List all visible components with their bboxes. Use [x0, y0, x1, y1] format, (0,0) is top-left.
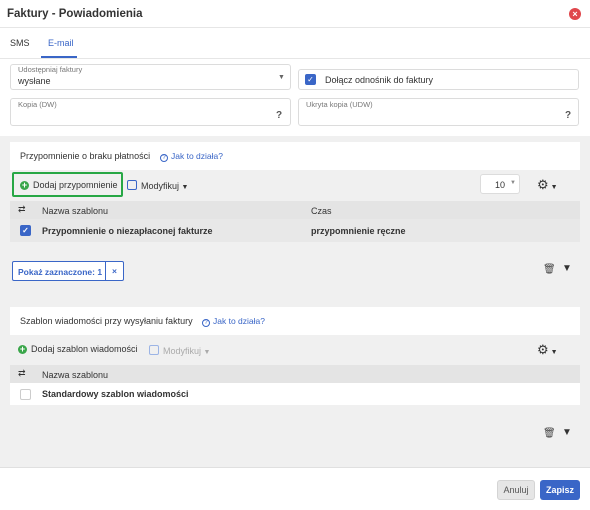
gear-icon[interactable]: ⚙ ▼: [537, 342, 558, 358]
tabs-divider: [0, 58, 590, 59]
help-icon[interactable]: ?: [565, 110, 571, 121]
reminders-header: Przypomnienie o braku płatności ? Jak to …: [10, 142, 580, 170]
filter-icon[interactable]: ▼: [562, 263, 572, 274]
chevron-down-icon: ▼: [510, 180, 516, 186]
modify-reminder-button[interactable]: Modyfikuj ▼: [127, 179, 188, 191]
templates-header: Szablon wiadomości przy wysyłaniu faktur…: [10, 307, 580, 335]
add-template-label: Dodaj szablon wiadomości: [31, 344, 138, 354]
column-name[interactable]: Nazwa szablonu: [42, 206, 108, 216]
templates-help-link[interactable]: ? Jak to działa?: [202, 316, 265, 327]
column-time[interactable]: Czas: [311, 206, 332, 216]
table-row[interactable]: ✓ Przypomnienie o niezapłaconej fakturze…: [10, 219, 580, 242]
bcc-label: Ukryta kopia (UDW): [306, 100, 373, 109]
show-selected-label: Pokaż zaznaczone: 1: [18, 267, 103, 277]
attach-link-checkbox[interactable]: ✓: [305, 74, 316, 85]
trash-icon[interactable]: 🗑: [543, 264, 556, 275]
save-button[interactable]: Zapisz: [540, 480, 580, 500]
info-icon: ?: [160, 154, 168, 162]
row-checkbox[interactable]: ✓: [20, 225, 31, 236]
cancel-button[interactable]: Anuluj: [497, 480, 535, 500]
page-size-value: 10: [495, 180, 506, 190]
table-row[interactable]: Standardowy szablon wiadomości: [10, 383, 580, 405]
edit-icon: [127, 180, 137, 190]
sort-icon[interactable]: ⇄: [18, 368, 26, 379]
row-time: przypomnienie ręczne: [311, 226, 406, 236]
tab-sms[interactable]: SMS: [10, 38, 30, 48]
filter-icon[interactable]: ▼: [562, 427, 572, 438]
trash-icon[interactable]: 🗑: [543, 428, 556, 439]
plus-icon: +: [20, 180, 29, 190]
share-invoices-label: Udostępniaj faktury: [18, 65, 83, 74]
row-name: Standardowy szablon wiadomości: [42, 389, 189, 399]
edit-icon: [149, 345, 159, 355]
column-name[interactable]: Nazwa szablonu: [42, 370, 108, 380]
cc-label: Kopia (DW): [18, 100, 57, 109]
modify-template-button[interactable]: Modyfikuj ▼: [149, 344, 210, 356]
templates-help-text: Jak to działa?: [213, 316, 265, 326]
add-reminder-label: Dodaj przypomnienie: [33, 180, 118, 190]
dialog-title: Faktury - Powiadomienia: [7, 8, 143, 20]
gear-icon[interactable]: ⚙ ▼: [537, 177, 558, 193]
clear-selection-icon[interactable]: ×: [105, 262, 123, 280]
chevron-down-icon: ▼: [278, 74, 285, 81]
info-icon: ?: [202, 319, 210, 327]
reminders-title: Przypomnienie o braku płatności: [20, 151, 151, 161]
title-divider: [0, 27, 590, 28]
attach-link-label: Dołącz odnośnik do faktury: [325, 75, 434, 85]
modify-template-label: Modyfikuj: [163, 346, 202, 356]
bcc-field[interactable]: Ukryta kopia (UDW) ?: [298, 98, 579, 126]
cc-field[interactable]: Kopia (DW) ?: [10, 98, 291, 126]
reminders-help-link[interactable]: ? Jak to działa?: [160, 151, 223, 162]
attach-link-field[interactable]: ✓ Dołącz odnośnik do faktury: [298, 69, 579, 90]
row-checkbox[interactable]: [20, 389, 31, 400]
page-size-select[interactable]: 10 ▼: [480, 174, 520, 194]
tab-email[interactable]: E-mail: [48, 38, 74, 48]
reminders-help-text: Jak to działa?: [171, 151, 223, 161]
share-invoices-value: wysłane: [18, 76, 51, 86]
add-reminder-button[interactable]: + Dodaj przypomnienie: [12, 172, 123, 197]
add-template-button[interactable]: + Dodaj szablon wiadomości: [18, 344, 138, 354]
show-selected-chip[interactable]: Pokaż zaznaczone: 1 ×: [12, 261, 124, 281]
close-icon[interactable]: ×: [569, 8, 581, 20]
share-invoices-select[interactable]: Udostępniaj faktury wysłane ▼: [10, 64, 291, 90]
caret-down-icon: ▼: [203, 349, 211, 356]
row-name: Przypomnienie o niezapłaconej fakturze: [42, 226, 213, 236]
modify-reminder-label: Modyfikuj: [141, 181, 180, 191]
templates-title: Szablon wiadomości przy wysyłaniu faktur…: [20, 316, 193, 326]
plus-icon: +: [18, 344, 27, 354]
help-icon[interactable]: ?: [276, 110, 282, 121]
caret-down-icon: ▼: [181, 184, 189, 191]
templates-table-header: ⇄ Nazwa szablonu: [10, 365, 580, 383]
reminders-table-header: ⇄ Nazwa szablonu Czas: [10, 201, 580, 219]
sort-icon[interactable]: ⇄: [18, 204, 26, 215]
